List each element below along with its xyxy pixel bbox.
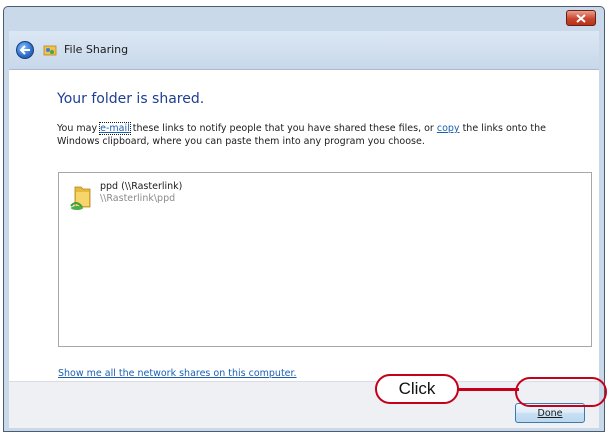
close-icon — [576, 13, 586, 23]
done-highlight-ring — [515, 377, 607, 407]
title-bar — [4, 7, 604, 33]
shared-items-list[interactable]: ppd (\\Rasterlink) \\Rasterlink\ppd — [58, 172, 592, 347]
shared-folder-icon — [70, 186, 91, 210]
close-button[interactable] — [566, 10, 596, 26]
desc-part-2: these links to notify people that you ha… — [129, 123, 437, 134]
click-callout: Click — [375, 374, 459, 404]
content-area: Your folder is shared. You may e-mail th… — [9, 69, 599, 381]
email-link[interactable]: e-mail — [99, 122, 131, 135]
back-arrow-icon — [19, 45, 30, 55]
description-text: You may e-mail these links to notify peo… — [57, 122, 587, 148]
desc-part-1: You may — [57, 123, 101, 134]
done-button-label: Done — [537, 407, 563, 419]
share-path: \\Rasterlink\ppd — [100, 193, 176, 204]
network-shares-link[interactable]: Show me all the network shares on this c… — [58, 368, 297, 379]
list-item[interactable]: ppd (\\Rasterlink) \\Rasterlink\ppd — [70, 181, 370, 211]
callout-connector — [458, 388, 519, 391]
navigation-bar: File Sharing — [9, 31, 599, 69]
share-name: ppd (\\Rasterlink) — [100, 181, 183, 192]
file-sharing-window: File Sharing Your folder is shared. You … — [3, 6, 605, 432]
window-title: File Sharing — [64, 43, 129, 56]
file-sharing-icon — [43, 45, 57, 56]
back-button[interactable] — [16, 41, 34, 59]
page-heading: Your folder is shared. — [57, 91, 205, 107]
copy-link[interactable]: copy — [437, 123, 460, 134]
